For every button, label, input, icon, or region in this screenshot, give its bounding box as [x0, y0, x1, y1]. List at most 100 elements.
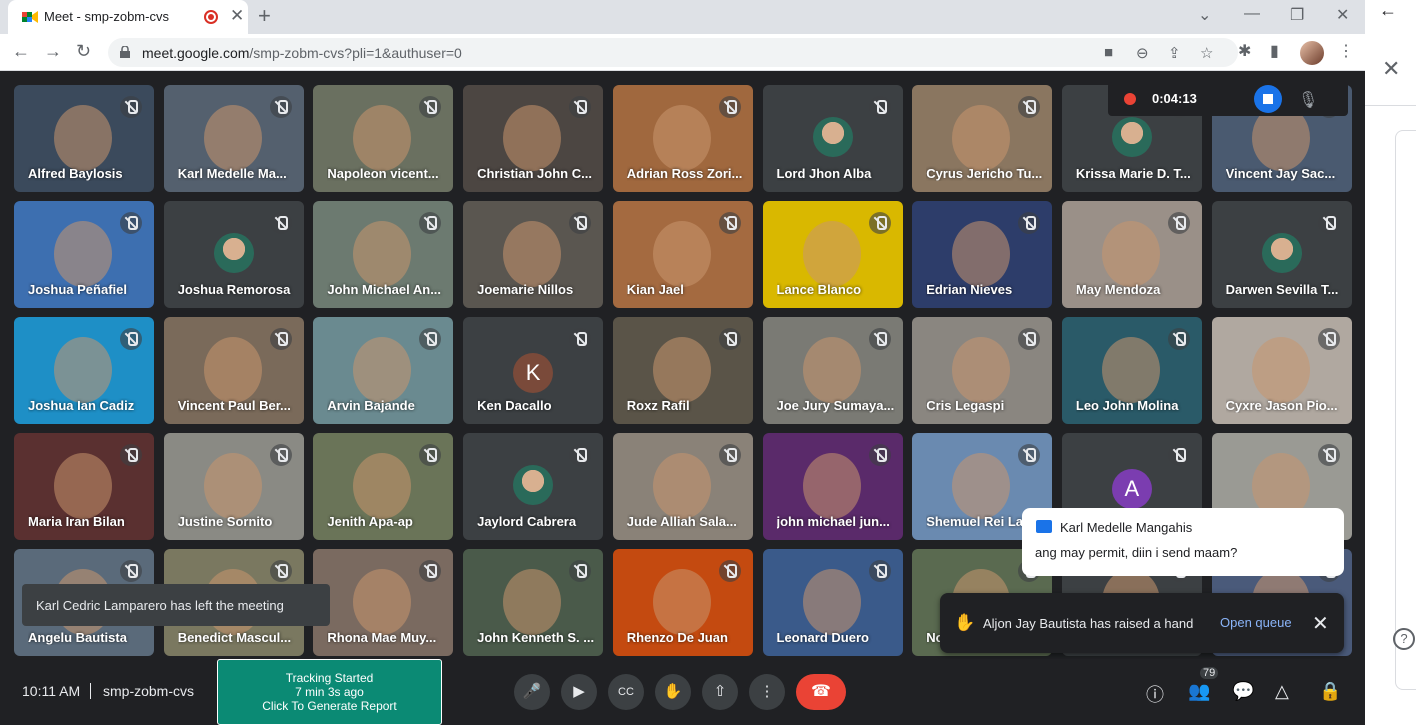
mic-muted-icon: [419, 560, 442, 582]
tracking-report-button[interactable]: Tracking Started 7 min 3s ago Click To G…: [217, 659, 442, 725]
current-time: 10:11 AM: [22, 683, 81, 699]
participant-tile[interactable]: Leo John Molina: [1061, 317, 1202, 424]
participant-tile[interactable]: Roxz Rafil: [612, 317, 753, 424]
participant-tile[interactable]: Joshua Remorosa: [163, 201, 304, 308]
close-window-icon[interactable]: ✕: [1336, 5, 1349, 25]
participant-tile[interactable]: Joshua Ian Cadiz: [14, 317, 154, 424]
help-icon[interactable]: ?: [1393, 628, 1415, 650]
participant-tile[interactable]: Adrian Ross Zori...: [612, 85, 753, 192]
participant-tile[interactable]: Kian Jael: [612, 201, 753, 308]
participant-tile[interactable]: Vincent Paul Ber...: [163, 317, 304, 424]
mic-muted-icon: [1018, 96, 1041, 118]
participant-name: Joemarie Nillos: [477, 282, 574, 297]
profile-avatar[interactable]: [1300, 41, 1324, 65]
participant-tile[interactable]: Christian John C...: [463, 85, 604, 192]
reload-icon[interactable]: ↻: [76, 41, 91, 62]
participant-tile[interactable]: Alfred Baylosis: [14, 85, 154, 192]
mic-off-icon[interactable]: 🎙: [1298, 90, 1318, 110]
participant-tile[interactable]: Cris Legaspi: [912, 317, 1053, 424]
hand-icon: ✋: [954, 613, 976, 632]
participant-name: Rhenzo De Juan: [626, 630, 728, 645]
participant-tile[interactable]: Rhenzo De Juan: [612, 549, 753, 656]
participant-tile[interactable]: john michael jun...: [762, 433, 903, 540]
close-icon[interactable]: ✕: [1312, 611, 1329, 636]
participant-name: Joshua Peñafiel: [28, 282, 127, 297]
tab-meet[interactable]: Meet - smp-zobm-cvs ✕: [8, 0, 248, 34]
open-queue-link[interactable]: Open queue: [1220, 615, 1292, 630]
participant-tile[interactable]: Cyxre Jason Pio...: [1211, 317, 1352, 424]
participant-name: Karl Medelle Ma...: [177, 166, 287, 181]
extensions-icon[interactable]: ✱: [1238, 41, 1251, 61]
participant-tile[interactable]: Joshua Peñafiel: [14, 201, 154, 308]
zoom-icon[interactable]: ⊖: [1136, 44, 1149, 62]
url-path: /smp-zobm-cvs?pli=1&authuser=0: [249, 45, 462, 61]
participant-name: Cyrus Jericho Tu...: [926, 166, 1043, 181]
participant-tile[interactable]: Justine Sornito: [163, 433, 304, 540]
host-controls-icon[interactable]: 🔒: [1319, 681, 1341, 702]
new-tab-button[interactable]: +: [258, 3, 271, 29]
tracking-line2: 7 min 3s ago: [295, 685, 364, 699]
participant-tile[interactable]: Darwen Sevilla T...: [1211, 201, 1352, 308]
mic-muted-icon: [718, 212, 741, 234]
participant-tile[interactable]: Cyrus Jericho Tu...: [912, 85, 1053, 192]
bookmark-icon[interactable]: ☆: [1200, 44, 1213, 62]
chat-notification[interactable]: Karl Medelle Mangahis ang may permit, di…: [1022, 508, 1344, 576]
tab-search-icon[interactable]: ⌄: [1198, 5, 1211, 25]
back-arrow-icon[interactable]: ←: [1379, 0, 1397, 21]
participant-name: Christian John C...: [477, 166, 592, 181]
participant-tile[interactable]: Arvin Bajande: [313, 317, 454, 424]
participant-tile[interactable]: Leonard Duero: [762, 549, 903, 656]
participant-tile[interactable]: Rhona Mae Muy...: [313, 549, 454, 656]
side-panel-icon[interactable]: ▮: [1270, 41, 1279, 61]
stop-recording-button[interactable]: [1254, 85, 1282, 113]
participant-name: Roxz Rafil: [626, 398, 690, 413]
participant-tile[interactable]: Maria Iran Bilan: [14, 433, 154, 540]
people-icon[interactable]: 👥: [1188, 681, 1210, 702]
mic-button[interactable]: 🎤: [514, 674, 550, 710]
share-icon[interactable]: ⇪: [1168, 44, 1181, 62]
captions-button[interactable]: CC: [608, 674, 644, 710]
participant-name: Napoleon vicent...: [327, 166, 439, 181]
participant-tile[interactable]: John Michael An...: [313, 201, 454, 308]
participant-avatar: [1261, 233, 1302, 273]
end-call-button[interactable]: ☎: [796, 674, 846, 710]
participant-name: Lord Jhon Alba: [776, 166, 872, 181]
info-icon[interactable]: ⓘ: [1146, 681, 1164, 707]
participant-tile[interactable]: Jude Alliah Sala...: [612, 433, 753, 540]
participant-tile[interactable]: Karl Medelle Ma...: [163, 85, 304, 192]
participant-tile[interactable]: Joe Jury Sumaya...: [762, 317, 903, 424]
more-options-button[interactable]: ⋮: [749, 674, 785, 710]
forward-icon[interactable]: →: [44, 41, 62, 62]
participant-tile[interactable]: Napoleon vicent...: [313, 85, 454, 192]
participant-video: [353, 337, 412, 403]
activities-icon[interactable]: △: [1275, 681, 1289, 702]
participant-tile[interactable]: K Ken Dacallo: [463, 317, 604, 424]
restore-icon[interactable]: ❐: [1290, 5, 1304, 25]
participant-name: Joshua Remorosa: [177, 282, 291, 297]
raise-hand-button[interactable]: ✋: [655, 674, 691, 710]
participant-tile[interactable]: Lance Blanco: [762, 201, 903, 308]
mic-muted-icon: [269, 560, 292, 582]
close-tab-icon[interactable]: ✕: [230, 6, 244, 26]
close-panel-icon[interactable]: ✕: [1382, 56, 1400, 82]
participant-video: [503, 221, 562, 287]
minimize-icon[interactable]: —: [1244, 5, 1260, 23]
participant-initial: K: [513, 353, 554, 393]
participant-tile[interactable]: May Mendoza: [1061, 201, 1202, 308]
participant-tile[interactable]: John Kenneth S. ...: [463, 549, 604, 656]
participant-tile[interactable]: Jaylord Cabrera: [463, 433, 604, 540]
back-icon[interactable]: ←: [12, 41, 30, 62]
participant-video: [503, 105, 562, 171]
chat-panel-icon[interactable]: 💬: [1232, 681, 1254, 702]
participant-tile[interactable]: Edrian Nieves: [912, 201, 1053, 308]
url-field[interactable]: meet.google.com/smp-zobm-cvs?pli=1&authu…: [108, 38, 1238, 67]
participant-tile[interactable]: Joemarie Nillos: [463, 201, 604, 308]
participant-tile[interactable]: Jenith Apa-ap: [313, 433, 454, 540]
participant-name: Cyxre Jason Pio...: [1225, 398, 1338, 413]
camera-blocked-icon[interactable]: ■: [1104, 44, 1113, 61]
participant-tile[interactable]: Lord Jhon Alba: [762, 85, 903, 192]
camera-button[interactable]: ▶: [561, 674, 597, 710]
present-button[interactable]: ⇧: [702, 674, 738, 710]
mic-muted-icon: [569, 560, 592, 582]
menu-icon[interactable]: ⋮: [1338, 41, 1354, 61]
